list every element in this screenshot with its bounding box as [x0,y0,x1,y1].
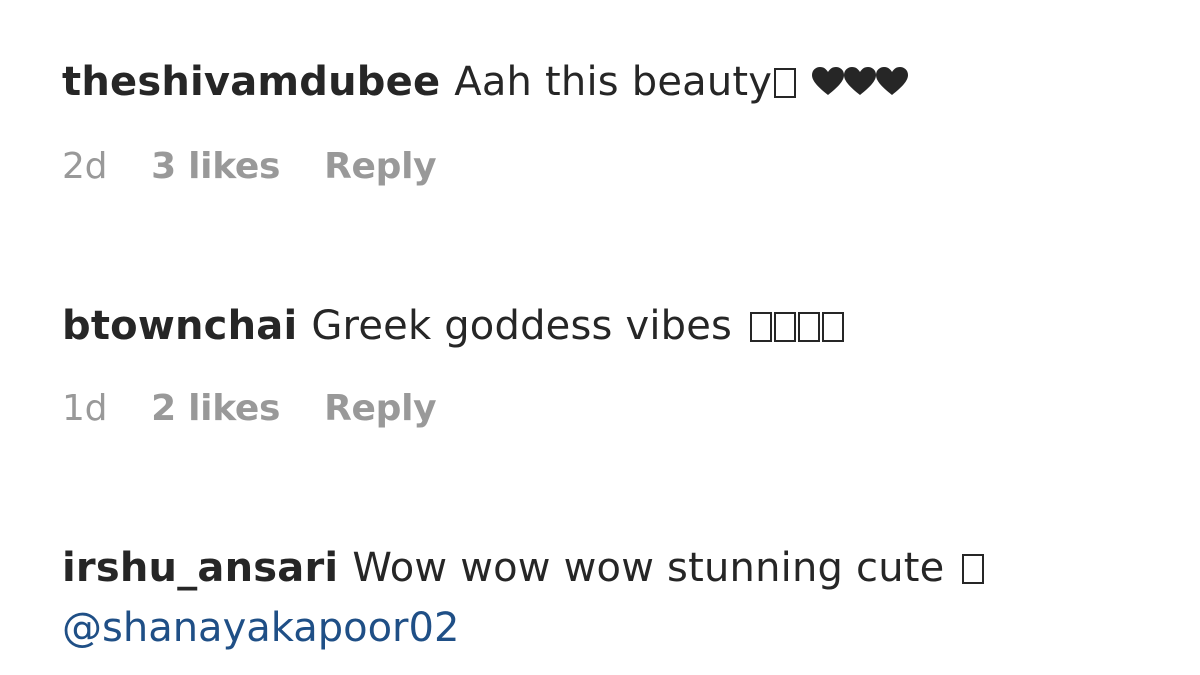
comment-likes-link[interactable]: 3 likes [151,144,280,190]
comment-text: btownchai Greek goddess vibes [62,296,1182,356]
comment-text: irshu_ansari Wow wow wow stunning cute [62,538,1182,598]
comment-timestamp[interactable]: 2d [62,144,107,190]
comment-text: theshivamdubee Aah this beauty [62,52,1182,114]
mention-link[interactable]: @shanayakapoor02 [62,598,1182,658]
missing-glyph-icon [962,554,985,584]
missing-glyph-icon [798,312,821,342]
missing-glyph-icon [774,68,797,98]
comment-username[interactable]: btownchai [62,303,297,349]
heart-icon [874,65,910,97]
comment-body: Wow wow wow stunning cute [352,545,945,591]
heart-icon [842,65,878,97]
reply-button[interactable]: Reply [324,386,437,432]
comment-item: btownchai Greek goddess vibes 1d 2 likes Re… [62,296,1182,432]
comment-item: irshu_ansari Wow wow wow stunning cute @s… [62,538,1182,658]
heart-icon [810,65,846,97]
comment-username[interactable]: irshu_ansari [62,545,338,591]
comment-likes-link[interactable]: 2 likes [151,386,280,432]
comment-username[interactable]: theshivamdubee [62,59,440,105]
missing-glyph-icon [774,312,797,342]
comment-meta: 1d 2 likes Reply [62,386,1182,432]
missing-glyph-icon [750,312,773,342]
comment-timestamp[interactable]: 1d [62,386,107,432]
comment-item: theshivamdubee Aah this beauty 2d 3 likes R… [62,52,1182,190]
comment-body: Greek goddess vibes [311,303,733,349]
heart-emoji-group [810,54,909,114]
missing-glyph-icon [822,312,845,342]
reply-button[interactable]: Reply [324,144,437,190]
comment-body: Aah this beauty [454,59,773,105]
comment-meta: 2d 3 likes Reply [62,144,1182,190]
